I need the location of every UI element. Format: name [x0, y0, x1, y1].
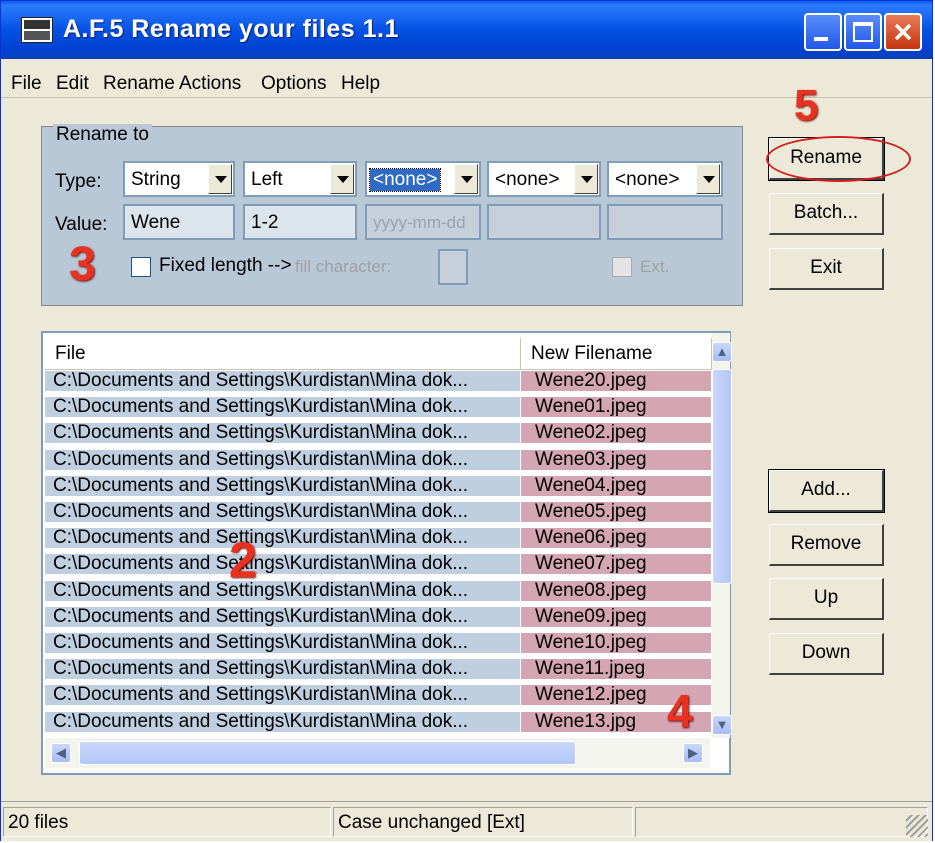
- menu-bar: File Edit Rename Actions Options Help: [1, 59, 932, 98]
- value-field-2[interactable]: 1-2: [243, 204, 357, 240]
- file-path-cell: C:\Documents and Settings\Kurdistan\Mina…: [45, 449, 520, 470]
- status-file-count: 20 files: [3, 807, 331, 837]
- dropdown-arrow-icon[interactable]: [696, 164, 720, 194]
- status-bar: 20 files Case unchanged [Ext]: [1, 801, 932, 841]
- value-field-1[interactable]: Wene: [123, 204, 235, 240]
- vertical-scroll-thumb[interactable]: [712, 369, 732, 584]
- annotation-3: 3: [69, 238, 96, 291]
- dropdown-arrow-icon[interactable]: [574, 164, 598, 194]
- value-label: Value:: [55, 214, 108, 235]
- scroll-left-icon[interactable]: ◀: [51, 743, 71, 763]
- column-header-new-filename[interactable]: New Filename: [521, 338, 712, 369]
- menu-actions[interactable]: Actions: [179, 73, 241, 95]
- ext-label: Ext.: [640, 257, 670, 276]
- type-label: Type:: [55, 171, 102, 192]
- annotation-2: 2: [229, 532, 257, 588]
- rename-highlight-ellipse: [766, 136, 911, 182]
- annotation-5: 5: [794, 81, 819, 130]
- maximize-icon: [853, 22, 873, 42]
- dropdown-arrow-icon[interactable]: [330, 164, 354, 194]
- new-filename-cell: Wene08.jpeg: [521, 580, 711, 601]
- value-field-5[interactable]: [607, 204, 723, 240]
- menu-rename[interactable]: Rename: [103, 73, 175, 95]
- fill-character-label: fill character:: [295, 257, 392, 276]
- scroll-down-icon[interactable]: ▼: [712, 715, 732, 735]
- type-select-4[interactable]: <none>: [487, 161, 601, 197]
- file-path-cell: C:\Documents and Settings\Kurdistan\Mina…: [45, 475, 520, 496]
- column-header-file[interactable]: File: [45, 338, 521, 369]
- batch-button[interactable]: Batch...: [769, 193, 884, 235]
- file-path-cell: C:\Documents and Settings\Kurdistan\Mina…: [45, 659, 520, 680]
- annotation-4: 4: [667, 685, 693, 737]
- minimize-button[interactable]: [804, 13, 842, 51]
- horizontal-scrollbar[interactable]: ◀ ▶: [45, 738, 710, 768]
- file-path-cell: C:\Documents and Settings\Kurdistan\Mina…: [45, 711, 520, 732]
- close-button[interactable]: [884, 13, 922, 51]
- down-button[interactable]: Down: [769, 633, 884, 675]
- fixed-length-checkbox[interactable]: [131, 257, 151, 277]
- value-field-4[interactable]: [487, 204, 601, 240]
- file-list-header: File New Filename: [45, 338, 712, 370]
- new-filename-cell: Wene03.jpeg: [521, 449, 711, 470]
- new-filename-cell: Wene02.jpeg: [521, 423, 711, 444]
- resize-grip[interactable]: [906, 815, 928, 837]
- type-select-2[interactable]: Left: [243, 161, 357, 197]
- title-bar[interactable]: A.F.5 Rename your files 1.1: [1, 1, 932, 59]
- app-window: A.F.5 Rename your files 1.1 File Edit Re…: [0, 0, 933, 841]
- menu-edit[interactable]: Edit: [56, 73, 89, 95]
- new-filename-cell: Wene01.jpeg: [521, 397, 711, 418]
- horizontal-scroll-thumb[interactable]: [79, 741, 576, 765]
- up-button[interactable]: Up: [769, 578, 884, 620]
- file-list[interactable]: File New Filename ▲ ▼ C:\Documents and S…: [41, 331, 732, 775]
- app-icon[interactable]: [21, 17, 53, 43]
- fill-character-field[interactable]: [438, 249, 468, 285]
- new-filename-cell: Wene09.jpeg: [521, 606, 711, 627]
- new-filename-cell: Wene06.jpeg: [521, 528, 711, 549]
- status-extra: [635, 807, 928, 837]
- type-select-5[interactable]: <none>: [607, 161, 723, 197]
- add-button[interactable]: Add...: [768, 469, 885, 513]
- menu-file[interactable]: File: [11, 73, 42, 95]
- file-path-cell: C:\Documents and Settings\Kurdistan\Mina…: [45, 528, 520, 549]
- scroll-up-icon[interactable]: ▲: [712, 342, 732, 362]
- new-filename-cell: Wene07.jpeg: [521, 554, 711, 575]
- rename-to-label: Rename to: [53, 124, 152, 146]
- file-path-cell: C:\Documents and Settings\Kurdistan\Mina…: [45, 423, 520, 444]
- new-filename-cell: Wene10.jpeg: [521, 633, 711, 653]
- file-path-cell: C:\Documents and Settings\Kurdistan\Mina…: [45, 554, 520, 575]
- dropdown-arrow-icon[interactable]: [208, 164, 232, 194]
- type-select-3[interactable]: <none>: [365, 161, 481, 197]
- maximize-button[interactable]: [844, 13, 882, 51]
- scroll-right-icon[interactable]: ▶: [683, 743, 703, 763]
- file-path-cell: C:\Documents and Settings\Kurdistan\Mina…: [45, 606, 520, 627]
- status-case: Case unchanged [Ext]: [333, 807, 633, 837]
- remove-button[interactable]: Remove: [769, 524, 884, 566]
- menu-options[interactable]: Options: [261, 73, 326, 95]
- file-path-cell: C:\Documents and Settings\Kurdistan\Mina…: [45, 397, 520, 418]
- ext-checkbox[interactable]: [612, 257, 632, 277]
- file-path-cell: C:\Documents and Settings\Kurdistan\Mina…: [45, 633, 520, 653]
- exit-button[interactable]: Exit: [769, 248, 884, 290]
- new-filename-cell: Wene11.jpeg: [521, 659, 711, 680]
- value-field-3[interactable]: yyyy-mm-dd: [365, 204, 481, 240]
- file-path-cell: C:\Documents and Settings\Kurdistan\Mina…: [45, 502, 520, 522]
- file-path-cell: C:\Documents and Settings\Kurdistan\Mina…: [45, 580, 520, 601]
- new-filename-cell: Wene20.jpeg: [521, 371, 711, 391]
- minimize-icon: [814, 37, 828, 41]
- type-select-1[interactable]: String: [123, 161, 235, 197]
- window-title: A.F.5 Rename your files 1.1: [63, 15, 399, 43]
- new-filename-cell: Wene04.jpeg: [521, 475, 711, 496]
- close-icon: [894, 23, 912, 41]
- file-path-cell: C:\Documents and Settings\Kurdistan\Mina…: [45, 371, 520, 391]
- file-path-cell: C:\Documents and Settings\Kurdistan\Mina…: [45, 685, 520, 706]
- menu-help[interactable]: Help: [341, 73, 380, 95]
- fixed-length-label: Fixed length -->: [159, 255, 292, 276]
- vertical-scrollbar[interactable]: ▲ ▼: [712, 333, 732, 738]
- dropdown-arrow-icon[interactable]: [454, 164, 478, 194]
- new-filename-cell: Wene05.jpeg: [521, 502, 711, 522]
